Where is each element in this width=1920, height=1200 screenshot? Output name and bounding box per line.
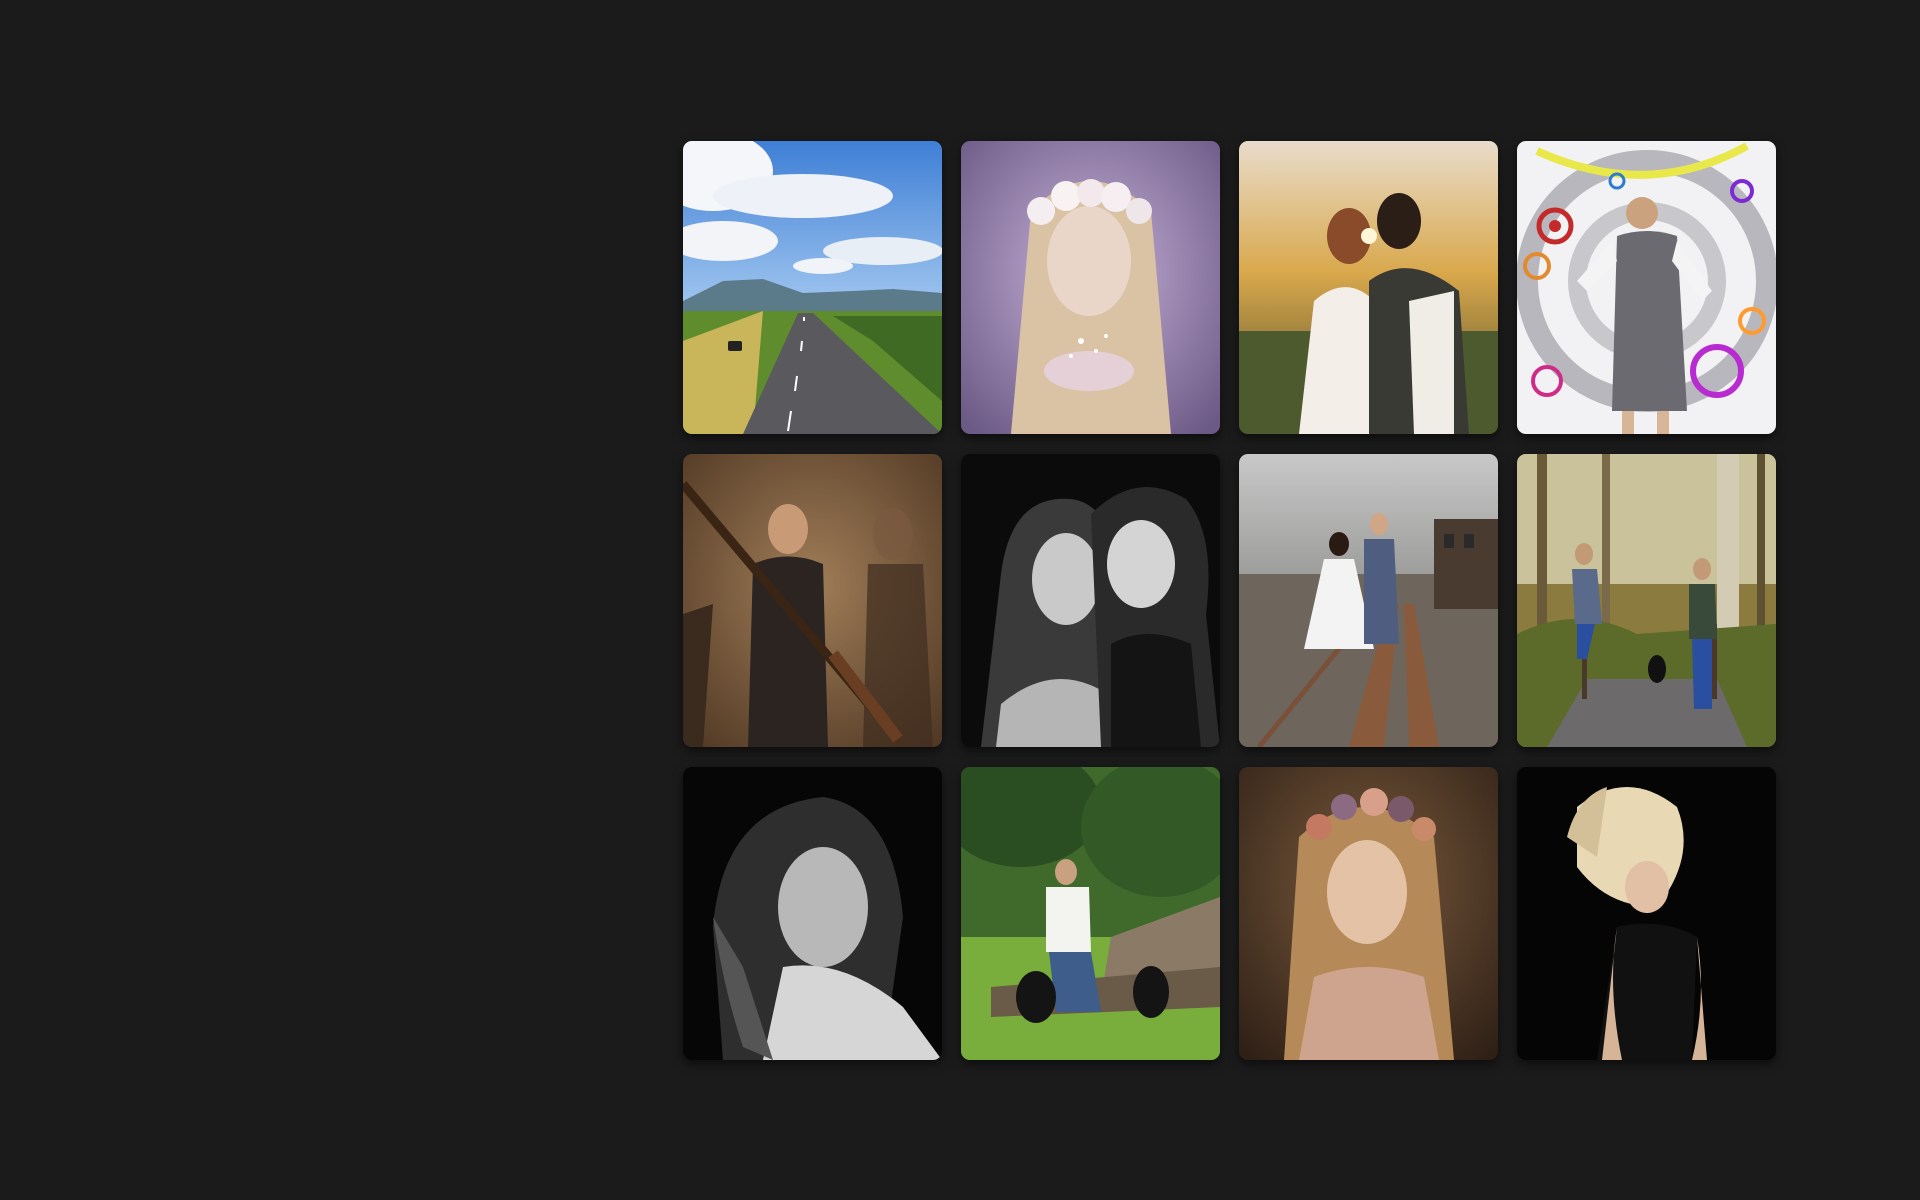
gallery-item-flower-crown-girl[interactable] bbox=[961, 141, 1220, 434]
gallery-page bbox=[0, 0, 1920, 1200]
photo-two-girls-bw bbox=[961, 454, 1220, 747]
photo-gallery-grid bbox=[683, 141, 1777, 1060]
photo-pop-art-woman bbox=[1517, 141, 1776, 434]
photo-woodland-couple bbox=[1517, 454, 1776, 747]
gallery-item-woman-bw-portrait[interactable] bbox=[683, 767, 942, 1060]
gallery-item-road-landscape[interactable] bbox=[683, 141, 942, 434]
gallery-item-two-girls-bw[interactable] bbox=[961, 454, 1220, 747]
photo-sunset-couple bbox=[1239, 141, 1498, 434]
photo-wedding-railway bbox=[1239, 454, 1498, 747]
photo-road-landscape bbox=[683, 141, 942, 434]
gallery-item-man-dogs[interactable] bbox=[961, 767, 1220, 1060]
gallery-item-wedding-railway[interactable] bbox=[1239, 454, 1498, 747]
photo-flower-crown-girl bbox=[961, 141, 1220, 434]
gallery-item-sunset-couple[interactable] bbox=[1239, 141, 1498, 434]
photo-hair-flip bbox=[1517, 767, 1776, 1060]
gallery-item-shotgun-sepia[interactable] bbox=[683, 454, 942, 747]
gallery-item-girl-flower-crown[interactable] bbox=[1239, 767, 1498, 1060]
photo-girl-flower-crown bbox=[1239, 767, 1498, 1060]
gallery-item-hair-flip[interactable] bbox=[1517, 767, 1776, 1060]
photo-woman-bw-portrait bbox=[683, 767, 942, 1060]
gallery-item-pop-art-woman[interactable] bbox=[1517, 141, 1776, 434]
photo-man-dogs bbox=[961, 767, 1220, 1060]
gallery-item-woodland-couple[interactable] bbox=[1517, 454, 1776, 747]
photo-shotgun-sepia bbox=[683, 454, 942, 747]
